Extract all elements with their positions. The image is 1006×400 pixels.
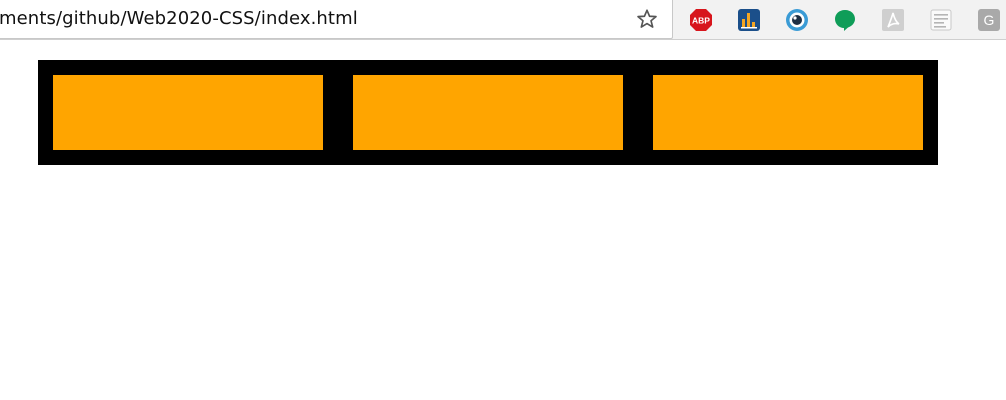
reader-icon[interactable] [929, 8, 953, 32]
adblock-plus-icon[interactable]: ABP [689, 8, 713, 32]
pdf-icon[interactable] [881, 8, 905, 32]
orange-box-2 [353, 75, 623, 150]
chat-bubble-icon[interactable] [833, 8, 857, 32]
g-extension-icon[interactable]: G [977, 8, 1001, 32]
browser-toolbar: ments/github/Web2020-CSS/index.html ABP [0, 0, 1006, 40]
star-icon[interactable] [636, 8, 658, 30]
abp-label: ABP [692, 16, 710, 26]
stats-icon[interactable] [737, 8, 761, 32]
g-extension-label: G [984, 12, 995, 28]
orange-box-1 [53, 75, 323, 150]
orange-box-3 [653, 75, 923, 150]
eye-icon[interactable] [785, 8, 809, 32]
url-text[interactable]: ments/github/Web2020-CSS/index.html [0, 8, 358, 29]
black-container [38, 60, 938, 165]
page-content [0, 41, 1006, 400]
address-bar[interactable]: ments/github/Web2020-CSS/index.html [0, 0, 673, 39]
